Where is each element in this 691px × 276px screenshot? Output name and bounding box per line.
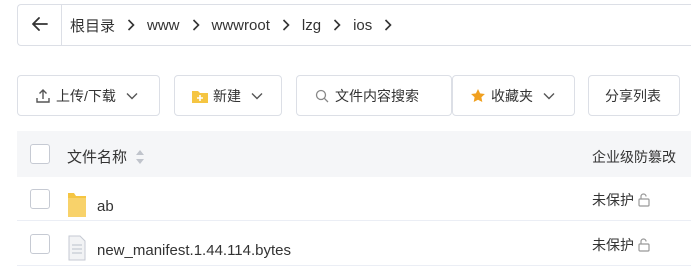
folder-icon	[67, 190, 87, 222]
breadcrumb-item-www[interactable]: www	[147, 17, 180, 34]
protection-status-label: 未保护	[592, 192, 634, 208]
column-header-name-label: 文件名称	[67, 149, 128, 166]
share-list-label: 分享列表	[605, 87, 661, 104]
protection-status[interactable]: 未保护	[592, 235, 651, 255]
chevron-right-icon	[180, 5, 212, 45]
upload-download-label: 上传/下载	[56, 87, 116, 104]
select-all-checkbox[interactable]	[30, 144, 50, 164]
row-checkbox[interactable]	[30, 189, 50, 209]
new-button[interactable]: 新建	[174, 75, 282, 116]
chevron-right-icon	[372, 5, 404, 45]
breadcrumb-item-lzg[interactable]: lzg	[302, 17, 321, 34]
chevron-down-icon	[543, 92, 555, 100]
file-name-cell: new_manifest.1.44.114.bytes	[67, 235, 291, 265]
chevron-right-icon	[270, 5, 302, 45]
table-header: 文件名称 企业级防篡改	[17, 131, 691, 177]
new-label: 新建	[213, 87, 241, 104]
new-folder-icon	[191, 87, 209, 105]
star-icon	[469, 87, 487, 105]
breadcrumb-item-wwwroot[interactable]: wwwroot	[212, 17, 270, 34]
row-checkbox[interactable]	[30, 234, 50, 254]
chevron-down-icon	[126, 92, 138, 100]
breadcrumb: 根目录 www wwwroot lzg ios	[70, 5, 404, 45]
chevron-down-icon	[251, 92, 263, 100]
table-row[interactable]: ab 未保护	[17, 177, 691, 221]
arrow-left-icon	[31, 16, 48, 34]
favorites-label: 收藏夹	[491, 87, 533, 104]
file-name-cell: ab	[67, 190, 114, 222]
share-list-button[interactable]: 分享列表	[588, 75, 680, 116]
file-name-link[interactable]: new_manifest.1.44.114.bytes	[97, 242, 291, 259]
column-header-protection: 企业级防篡改	[592, 149, 676, 165]
sort-icon[interactable]	[135, 149, 145, 165]
content-search-label: 文件内容搜索	[335, 87, 419, 104]
favorites-button[interactable]: 收藏夹	[452, 75, 575, 116]
protection-status[interactable]: 未保护	[592, 190, 651, 210]
column-header-name[interactable]: 文件名称	[67, 146, 145, 167]
chevron-right-icon	[321, 5, 353, 45]
upload-download-button[interactable]: 上传/下载	[17, 75, 160, 116]
content-search-button[interactable]: 文件内容搜索	[296, 75, 452, 116]
upload-icon	[34, 87, 52, 105]
unlock-icon[interactable]	[637, 238, 651, 252]
breadcrumb-item-ios[interactable]: ios	[353, 17, 372, 34]
breadcrumb-item-root[interactable]: 根目录	[70, 15, 115, 36]
search-icon	[313, 87, 331, 105]
unlock-icon[interactable]	[637, 193, 651, 207]
protection-status-label: 未保护	[592, 237, 634, 253]
document-icon	[67, 235, 87, 265]
file-name-link[interactable]: ab	[97, 198, 114, 215]
breadcrumb-bar: 根目录 www wwwroot lzg ios	[17, 4, 691, 46]
back-button[interactable]	[18, 5, 62, 45]
table-row[interactable]: new_manifest.1.44.114.bytes 未保护	[17, 222, 691, 266]
chevron-right-icon	[115, 5, 147, 45]
